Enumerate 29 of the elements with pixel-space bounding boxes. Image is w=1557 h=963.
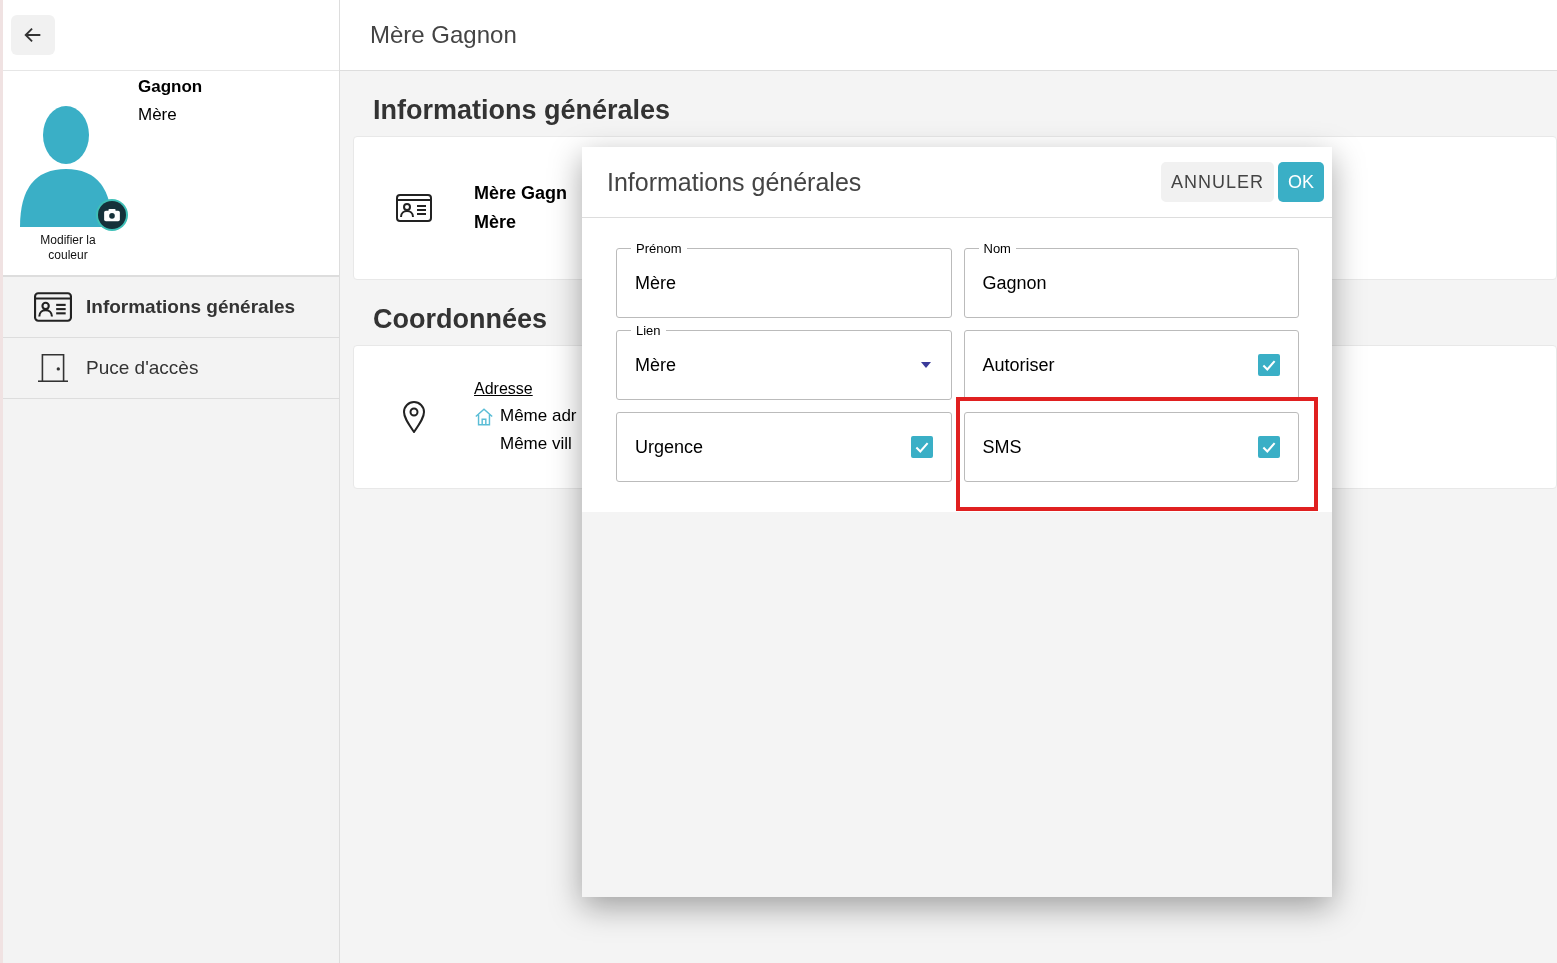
change-color-link[interactable]: Modifier la couleur [28,233,108,263]
checkbox-field[interactable]: Urgence [616,412,952,482]
checkbox-field[interactable]: SMS [963,412,1299,482]
address-text: Même vill [499,434,573,454]
checkbox[interactable] [1258,354,1280,376]
section-title: Coordonnées [373,304,547,335]
address-link[interactable]: Adresse [474,380,577,398]
address-text: Même adr [500,406,577,426]
info-text: Mère Gagn [474,183,568,204]
id-card-icon [34,292,72,322]
section-title: Informations générales [373,95,671,126]
page-title: Mère Gagnon [370,21,517,49]
caret-icon [920,362,931,368]
nav-item[interactable]: Informations générales [3,277,339,338]
camera-button[interactable] [98,201,126,229]
nav-item[interactable]: Puce d'accès [3,338,339,399]
camera-icon [103,208,121,222]
last-name: Gagnon [138,77,203,97]
info-text: Mère [474,212,518,233]
relation: Mère [138,105,178,125]
home-icon [474,406,494,426]
cancel-button[interactable]: ANNULER [1160,162,1274,202]
checkbox[interactable] [1258,436,1280,458]
id-card-icon [396,194,432,222]
checkbox-field[interactable]: Autoriser [963,330,1299,400]
dialog-title: Informations générales [607,167,863,197]
location-pin-icon [402,401,426,433]
checkbox[interactable] [910,436,933,458]
back-button[interactable] [11,15,55,55]
